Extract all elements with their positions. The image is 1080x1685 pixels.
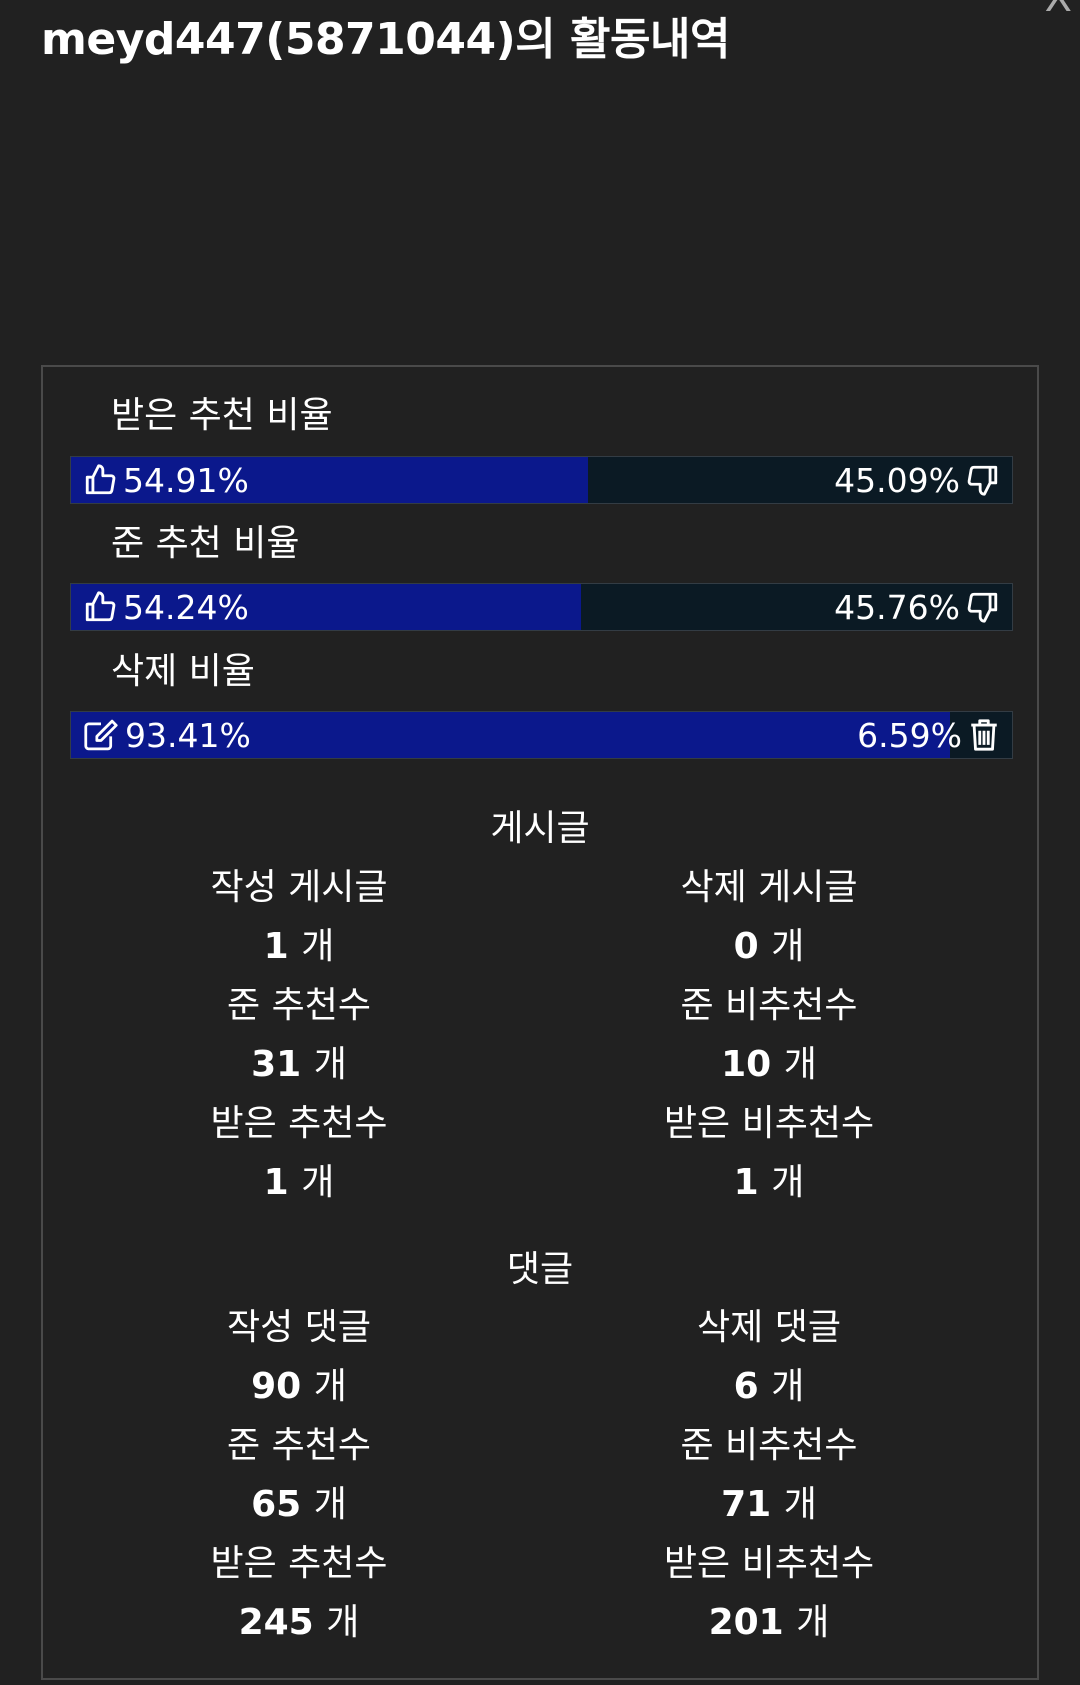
activity-modal: meyd447(5871044)의 활동내역 X 받은 추천 비율 54.91%…	[0, 0, 1080, 1685]
bar-right-value: 45.76%	[834, 584, 1000, 630]
received-recommend-ratio-label: 받은 추천 비율	[111, 395, 333, 436]
comments-recv-up-label: 받은 추천수	[210, 1543, 388, 1584]
bar-right-value: 6.59%	[857, 712, 1000, 758]
comments-recv-up-value: 245 개	[238, 1602, 360, 1643]
thumbs-down-icon	[967, 592, 998, 623]
comments-written-label: 작성 댓글	[227, 1307, 371, 1348]
modal-title: meyd447(5871044)의 활동내역	[41, 14, 730, 65]
posts-deleted-label: 삭제 게시글	[680, 867, 858, 908]
comments-given-up-value: 65 개	[251, 1484, 347, 1525]
posts-given-down-value: 10 개	[721, 1044, 817, 1085]
posts-recv-down-label: 받은 비추천수	[663, 1103, 875, 1144]
delete-ratio-bar: 93.41% 6.59%	[70, 711, 1013, 759]
given-recommend-ratio-label: 준 추천 비율	[111, 523, 300, 564]
edit-icon	[84, 719, 118, 751]
bar-right-value: 45.09%	[834, 457, 1000, 503]
posts-written-value: 1 개	[263, 926, 335, 967]
close-button[interactable]: X	[1045, 0, 1072, 18]
comments-section-title: 댓글	[506, 1249, 574, 1290]
activity-panel: 받은 추천 비율 54.91% 45.09% 준 추천 비율 54.24% 45…	[41, 365, 1039, 1680]
posts-written-label: 작성 게시글	[210, 867, 388, 908]
given-recommend-ratio-bar: 54.24% 45.76%	[70, 583, 1013, 631]
comments-given-down-label: 준 비추천수	[680, 1425, 858, 1466]
delete-ratio-label: 삭제 비율	[111, 651, 255, 692]
posts-given-down-label: 준 비추천수	[680, 985, 858, 1026]
posts-recv-down-value: 1 개	[733, 1162, 805, 1203]
comments-deleted-label: 삭제 댓글	[697, 1307, 841, 1348]
bar-left-value: 93.41%	[83, 712, 251, 758]
received-recommend-ratio-bar: 54.91% 45.09%	[70, 456, 1013, 504]
posts-given-up-value: 31 개	[251, 1044, 347, 1085]
posts-recv-up-value: 1 개	[263, 1162, 335, 1203]
thumbs-down-icon	[967, 465, 998, 496]
posts-section-title: 게시글	[490, 808, 590, 849]
posts-given-up-label: 준 추천수	[227, 985, 371, 1026]
comments-given-down-value: 71 개	[721, 1484, 817, 1525]
posts-deleted-value: 0 개	[733, 926, 805, 967]
comments-deleted-value: 6 개	[733, 1366, 805, 1407]
comments-recv-down-label: 받은 비추천수	[663, 1543, 875, 1584]
bar-left-value: 54.24%	[83, 584, 249, 630]
comments-given-up-label: 준 추천수	[227, 1425, 371, 1466]
posts-recv-up-label: 받은 추천수	[210, 1103, 388, 1144]
thumbs-up-icon	[85, 591, 116, 622]
comments-recv-down-value: 201 개	[708, 1602, 830, 1643]
thumbs-up-icon	[85, 464, 116, 495]
comments-written-value: 90 개	[251, 1366, 347, 1407]
bar-left-value: 54.91%	[83, 457, 249, 503]
trash-icon	[971, 719, 997, 751]
